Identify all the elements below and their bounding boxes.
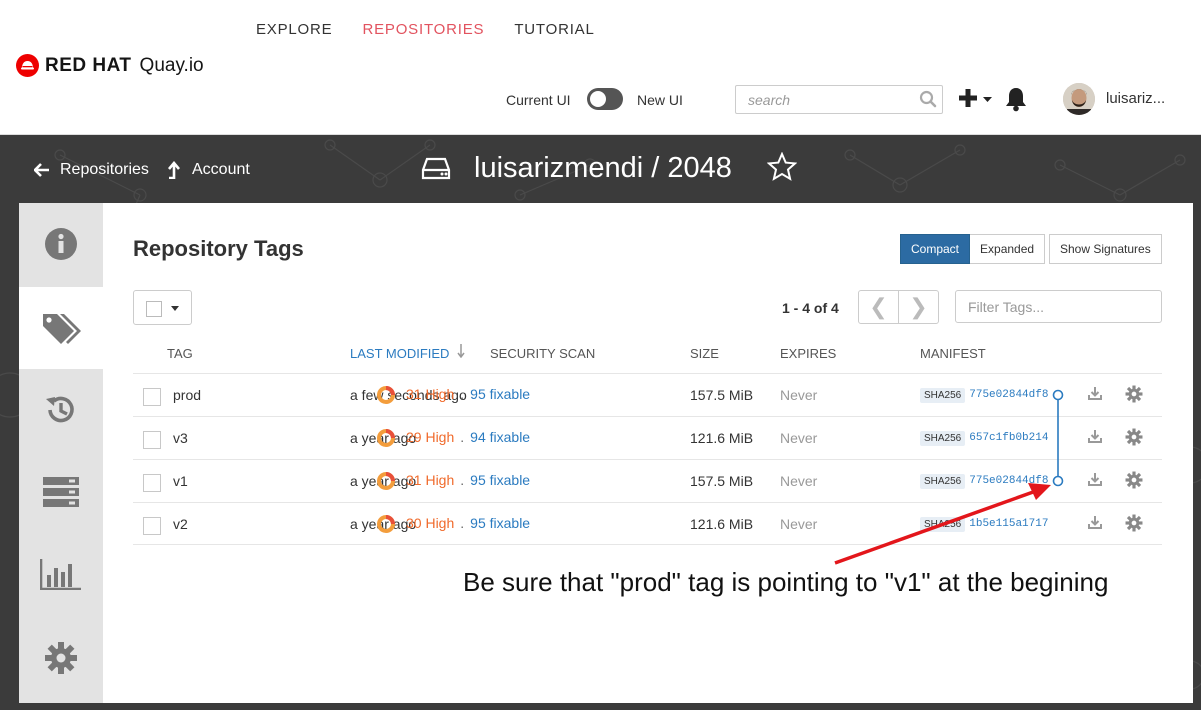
annotation-text: Be sure that "prod" tag is pointing to "… [463,567,1109,597]
annotation-overlay [834,389,1064,565]
annotation-arrow [834,483,1051,565]
same-manifest-connector [1052,389,1064,487]
